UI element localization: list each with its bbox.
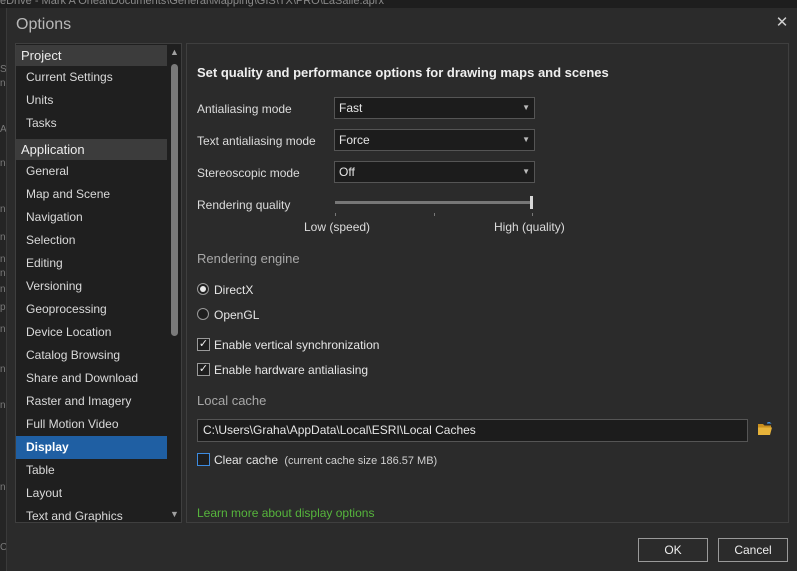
vsync-label[interactable]: Enable vertical synchronization — [214, 338, 379, 352]
nav-item-text-and-graphics[interactable]: Text and Graphics — [16, 505, 167, 522]
display-options-panel: Set quality and performance options for … — [186, 43, 789, 523]
text-antialiasing-mode-select[interactable]: Force ▼ — [334, 129, 535, 151]
nav-item-layout[interactable]: Layout — [16, 482, 167, 505]
scroll-up-icon[interactable]: ▲ — [168, 46, 181, 58]
text-antialiasing-mode-value: Force — [339, 133, 370, 147]
nav-list: Project Current Settings Units Tasks App… — [16, 44, 167, 522]
rendering-engine-heading: Rendering engine — [197, 251, 300, 266]
nav-item-device-location[interactable]: Device Location — [16, 321, 167, 344]
rendering-quality-slider[interactable] — [335, 201, 533, 204]
stereoscopic-mode-value: Off — [339, 165, 355, 179]
nav-item-share-and-download[interactable]: Share and Download — [16, 367, 167, 390]
rendering-quality-label: Rendering quality — [197, 198, 291, 212]
antialiasing-mode-value: Fast — [339, 101, 363, 115]
background-window-title: eDrive - Mark A Oneal\Documents\General\… — [0, 0, 384, 7]
edge-fragment: p — [0, 302, 6, 313]
nav-scrollbar[interactable]: ▲ ▼ — [168, 44, 181, 522]
nav-item-table[interactable]: Table — [16, 459, 167, 482]
close-icon[interactable]: ✕ — [772, 13, 792, 33]
opengl-radio[interactable] — [197, 308, 209, 320]
opengl-label[interactable]: OpenGL — [214, 308, 259, 322]
rendering-quality-slider-thumb[interactable] — [530, 196, 533, 209]
hardware-antialiasing-checkbox[interactable]: ✓ — [197, 363, 210, 376]
nav-item-versioning[interactable]: Versioning — [16, 275, 167, 298]
nav-item-general[interactable]: General — [16, 160, 167, 183]
antialiasing-mode-select[interactable]: Fast ▼ — [334, 97, 535, 119]
nav-item-navigation[interactable]: Navigation — [16, 206, 167, 229]
nav-header-application: Application — [16, 139, 167, 160]
page-heading: Set quality and performance options for … — [197, 65, 609, 80]
edge-fragment: n — [0, 324, 6, 335]
nav-item-selection[interactable]: Selection — [16, 229, 167, 252]
slider-tick — [335, 213, 336, 216]
nav-item-display[interactable]: Display — [16, 436, 167, 459]
vsync-checkbox[interactable]: ✓ — [197, 338, 210, 351]
chevron-down-icon: ▼ — [522, 135, 530, 144]
options-dialog: Options ✕ Project Current Settings Units… — [6, 8, 797, 571]
clear-cache-label[interactable]: Clear cache (current cache size 186.57 M… — [214, 453, 437, 467]
dialog-title: Options — [16, 16, 72, 33]
rendering-quality-low-label: Low (speed) — [304, 220, 371, 234]
stereoscopic-mode-label: Stereoscopic mode — [197, 166, 300, 180]
learn-more-link[interactable]: Learn more about display options — [197, 506, 374, 520]
nav-item-tasks[interactable]: Tasks — [16, 112, 167, 135]
nav-item-map-and-scene[interactable]: Map and Scene — [16, 183, 167, 206]
nav-item-geoprocessing[interactable]: Geoprocessing — [16, 298, 167, 321]
nav-item-current-settings[interactable]: Current Settings — [16, 66, 167, 89]
slider-tick — [434, 213, 435, 216]
cancel-button[interactable]: Cancel — [718, 538, 788, 562]
directx-radio[interactable] — [197, 283, 209, 295]
text-antialiasing-mode-label: Text antialiasing mode — [197, 134, 316, 148]
cache-path-field[interactable]: C:\Users\Graha\AppData\Local\ESRI\Local … — [197, 419, 748, 442]
options-navigation: Project Current Settings Units Tasks App… — [15, 43, 182, 523]
nav-item-catalog-browsing[interactable]: Catalog Browsing — [16, 344, 167, 367]
nav-item-raster-and-imagery[interactable]: Raster and Imagery — [16, 390, 167, 413]
rendering-quality-high-label: High (quality) — [494, 220, 565, 234]
scroll-down-icon[interactable]: ▼ — [168, 508, 181, 520]
cache-size-note: (current cache size 186.57 MB) — [284, 455, 438, 467]
nav-item-editing[interactable]: Editing — [16, 252, 167, 275]
directx-label[interactable]: DirectX — [214, 283, 253, 297]
antialiasing-mode-label: Antialiasing mode — [197, 102, 292, 116]
local-cache-heading: Local cache — [197, 393, 267, 408]
hardware-antialiasing-label[interactable]: Enable hardware antialiasing — [214, 363, 368, 377]
folder-open-icon[interactable] — [757, 421, 773, 436]
nav-item-units[interactable]: Units — [16, 89, 167, 112]
stereoscopic-mode-select[interactable]: Off ▼ — [334, 161, 535, 183]
nav-header-project: Project — [16, 45, 167, 66]
ok-button[interactable]: OK — [638, 538, 708, 562]
slider-tick — [532, 213, 533, 216]
scrollbar-thumb[interactable] — [171, 64, 178, 336]
chevron-down-icon: ▼ — [522, 167, 530, 176]
clear-cache-checkbox[interactable] — [197, 453, 210, 466]
chevron-down-icon: ▼ — [522, 103, 530, 112]
clear-cache-text: Clear cache — [214, 453, 279, 467]
nav-item-full-motion-video[interactable]: Full Motion Video — [16, 413, 167, 436]
